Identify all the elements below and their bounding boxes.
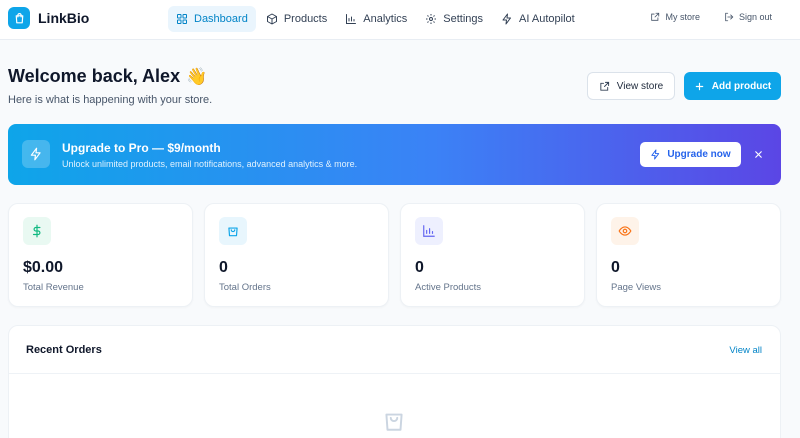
brand-name: LinkBio	[38, 10, 90, 26]
stat-label: Page Views	[611, 282, 661, 293]
zap-icon	[502, 13, 512, 25]
upgrade-now-label: Upgrade now	[667, 149, 731, 160]
bar-chart-icon	[415, 217, 443, 245]
stat-value: 0	[415, 259, 424, 276]
welcome-text: Welcome back, Alex	[8, 66, 181, 86]
sign-out-link[interactable]: Sign out	[724, 12, 772, 22]
view-store-label: View store	[616, 80, 664, 92]
top-nav: LinkBio Dashboard Products Analytics Set…	[0, 0, 800, 40]
tab-label: AI Autopilot	[519, 13, 575, 25]
view-all-link[interactable]: View all	[729, 345, 762, 356]
stat-value: 0	[219, 259, 228, 276]
add-product-button[interactable]: Add product	[684, 72, 781, 100]
tab-analytics[interactable]: Analytics	[337, 6, 415, 32]
recent-orders-panel: Recent Orders View all	[8, 325, 781, 438]
tab-label: Products	[283, 13, 328, 25]
zap-icon	[22, 140, 50, 168]
my-store-link[interactable]: My store	[650, 12, 700, 22]
gear-icon	[426, 14, 437, 24]
page-subtitle: Here is what is happening with your stor…	[8, 94, 213, 106]
stat-label: Total Revenue	[23, 282, 84, 293]
stat-label: Active Products	[415, 282, 481, 293]
banner-subtitle: Unlock unlimited products, email notific…	[62, 159, 358, 169]
shopping-bag-icon	[219, 217, 247, 245]
stat-card-active-products: 0 Active Products	[400, 203, 585, 307]
dollar-icon	[23, 217, 51, 245]
stat-value: 0	[611, 259, 620, 276]
upgrade-banner: Upgrade to Pro — $9/month Unlock unlimit…	[8, 124, 781, 185]
stat-card-total-orders: 0 Total Orders	[204, 203, 389, 307]
close-icon	[754, 150, 762, 158]
nav-right: My store Sign out	[650, 12, 772, 22]
my-store-label: My store	[665, 12, 700, 22]
page-title: Welcome back, Alex 👋	[8, 66, 207, 87]
tab-settings[interactable]: Settings	[417, 6, 491, 32]
plus-icon	[695, 82, 704, 90]
tab-label: Settings	[443, 13, 484, 25]
bar-chart-icon	[346, 14, 357, 24]
grid-icon	[177, 14, 187, 24]
external-link-icon	[600, 81, 609, 91]
tab-label: Dashboard	[194, 13, 248, 25]
banner-title: Upgrade to Pro — $9/month	[62, 141, 221, 155]
wave-emoji: 👋	[186, 66, 208, 86]
shopping-bag-icon	[8, 7, 30, 29]
main-nav: Dashboard Products Analytics Settings AI…	[168, 6, 583, 32]
tab-dashboard[interactable]: Dashboard	[168, 6, 256, 32]
view-store-button[interactable]: View store	[587, 72, 675, 100]
tab-label: Analytics	[363, 13, 408, 25]
log-out-icon	[725, 12, 734, 22]
sign-out-label: Sign out	[738, 12, 772, 22]
shopping-bag-icon	[385, 413, 403, 431]
recent-orders-title: Recent Orders	[26, 344, 102, 356]
upgrade-now-button[interactable]: Upgrade now	[640, 142, 741, 167]
divider	[9, 373, 780, 374]
box-icon	[266, 13, 277, 25]
stat-label: Total Orders	[219, 282, 271, 293]
brand[interactable]: LinkBio	[8, 7, 89, 29]
tab-ai-autopilot[interactable]: AI Autopilot	[493, 6, 583, 32]
tab-products[interactable]: Products	[258, 6, 335, 32]
zap-icon	[651, 149, 660, 160]
stat-card-total-revenue: $0.00 Total Revenue	[8, 203, 193, 307]
external-link-icon	[651, 12, 660, 21]
eye-icon	[611, 217, 639, 245]
add-product-label: Add product	[711, 80, 772, 92]
stat-value: $0.00	[23, 259, 64, 276]
stat-card-page-views: 0 Page Views	[596, 203, 781, 307]
banner-close-button[interactable]	[750, 146, 766, 162]
